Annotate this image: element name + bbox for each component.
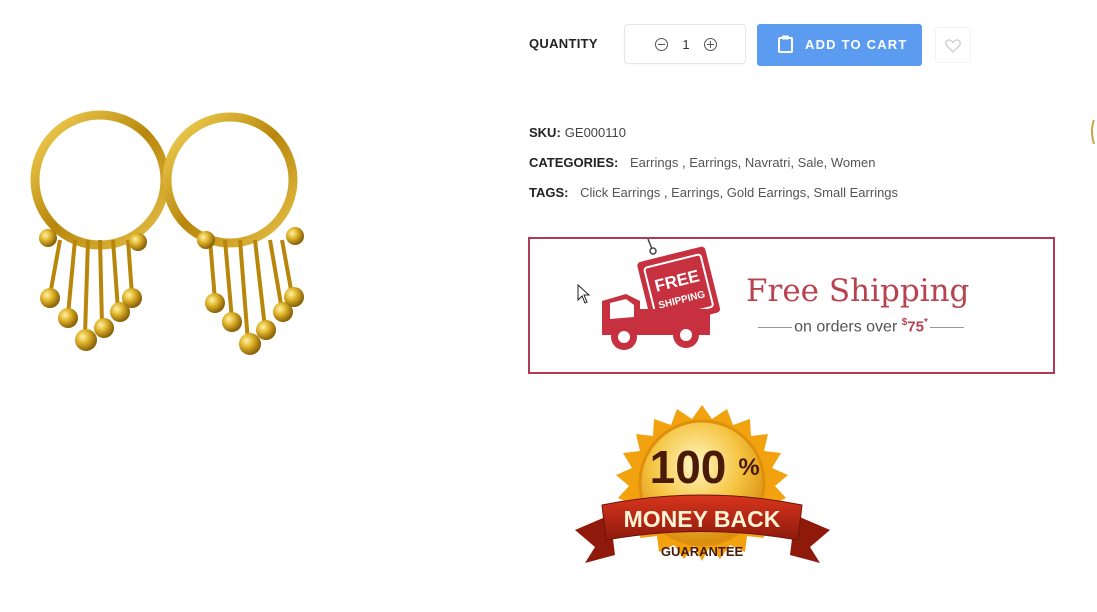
minus-circle-icon[interactable] [655,38,668,51]
category-link[interactable]: Sale [798,155,824,170]
quantity-value[interactable]: 1 [676,37,696,52]
category-link[interactable]: Earrings [630,155,678,170]
wishlist-button[interactable] [935,27,971,63]
sku-row: SKU: GE000110 [529,125,626,140]
tag-link[interactable]: Click Earrings [580,185,660,200]
badge-line2: GUARANTEE [661,544,744,559]
tags-row: TAGS: Click Earrings , Earrings, Gold Ea… [529,185,899,200]
free-shipping-banner: FREE SHIPPING Free Shipping on orders ov… [528,237,1055,374]
add-to-cart-button[interactable]: ADD TO CART [757,24,922,66]
category-link[interactable]: Women [831,155,876,170]
category-link[interactable]: Navratri [745,155,791,170]
sku-label: SKU: [529,125,561,140]
badge-percent: 100 [650,441,727,493]
partial-image-edge [1091,119,1095,145]
tag-link[interactable]: Earrings [671,185,719,200]
tags-label: TAGS: [529,185,569,200]
badge-percent-sign: % [738,454,759,481]
free-shipping-title: Free Shipping [746,273,970,309]
sku-value: GE000110 [564,125,626,140]
add-to-cart-label: ADD TO CART [805,37,908,52]
heart-icon [945,39,961,53]
quantity-stepper[interactable]: 1 [624,24,746,64]
tag-link[interactable]: Small Earrings [814,185,899,200]
category-link[interactable]: Earrings [689,155,737,170]
money-back-guarantee-badge: 100 % MONEY BACK GUARANTEE [575,405,830,563]
clipboard-cart-icon [778,35,793,53]
categories-label: CATEGORIES: [529,155,619,170]
mouse-cursor-icon [577,284,591,304]
product-image [30,110,304,355]
categories-row: CATEGORIES: Earrings , Earrings, Navratr… [529,155,876,170]
delivery-truck-icon: FREE SHIPPING [602,239,721,350]
badge-line1: MONEY BACK [624,506,781,532]
plus-circle-icon[interactable] [704,38,717,51]
free-shipping-subtitle: on orders over $75* [746,317,976,336]
tag-link[interactable]: Gold Earrings [727,185,806,200]
quantity-label: QUANTITY [529,36,598,51]
